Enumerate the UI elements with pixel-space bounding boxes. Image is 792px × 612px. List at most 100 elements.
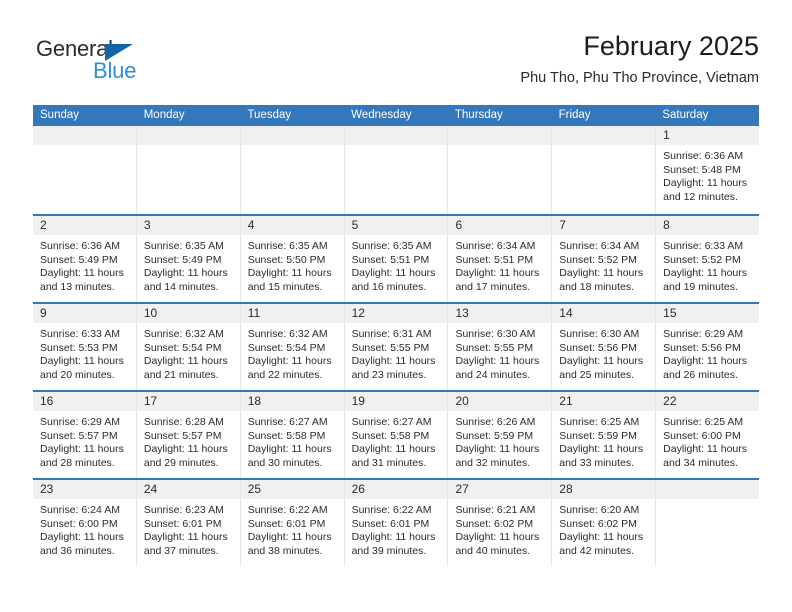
day-cell-27[interactable]: 27 Sunrise: 6:21 AM Sunset: 6:02 PM Dayl…: [447, 480, 552, 566]
daylight-text-line1: Daylight: 11 hours: [455, 443, 540, 456]
daylight-text-line2: and 21 minutes.: [143, 368, 219, 381]
daylight-text-line1: Daylight: 11 hours: [455, 267, 540, 280]
day-cell-1[interactable]: 1 Sunrise: 6:36 AM Sunset: 5:48 PM Dayli…: [655, 126, 760, 214]
day-details: [241, 145, 344, 150]
sunset-text: Sunset: 5:51 PM: [455, 253, 534, 266]
day-number-band: 26: [344, 480, 448, 499]
day-cell-14[interactable]: 14 Sunrise: 6:30 AM Sunset: 5:56 PM Dayl…: [551, 304, 656, 390]
day-number-band: 4: [240, 216, 344, 235]
daylight-text-line2: and 28 minutes.: [40, 456, 115, 469]
day-details: Sunrise: 6:35 AM Sunset: 5:51 PM Dayligh…: [345, 235, 448, 294]
day-cell-28[interactable]: 28 Sunrise: 6:20 AM Sunset: 6:02 PM Dayl…: [551, 480, 656, 566]
day-number: 10: [143, 306, 158, 320]
sunrise-text: Sunrise: 6:33 AM: [40, 328, 120, 340]
daylight-text-line2: and 33 minutes.: [559, 456, 635, 469]
day-cell-5[interactable]: 5 Sunrise: 6:35 AM Sunset: 5:51 PM Dayli…: [343, 216, 448, 302]
sunrise-text: Sunrise: 6:23 AM: [143, 504, 224, 516]
day-number-band: 15: [656, 304, 760, 323]
day-cell-23[interactable]: 23 Sunrise: 6:24 AM Sunset: 6:00 PM Dayl…: [33, 480, 136, 566]
day-cell-24[interactable]: 24 Sunrise: 6:23 AM Sunset: 6:01 PM Dayl…: [135, 480, 240, 566]
day-cell-15[interactable]: 15 Sunrise: 6:29 AM Sunset: 5:56 PM Dayl…: [655, 304, 760, 390]
day-number-band: 17: [136, 392, 240, 411]
sunset-text: Sunset: 5:48 PM: [663, 163, 741, 176]
daylight-text-line2: and 14 minutes.: [143, 280, 219, 293]
day-cell-13[interactable]: 13 Sunrise: 6:30 AM Sunset: 5:55 PM Dayl…: [447, 304, 552, 390]
day-cell-7[interactable]: 7 Sunrise: 6:34 AM Sunset: 5:52 PM Dayli…: [551, 216, 656, 302]
day-details: [448, 145, 551, 150]
day-cell-empty: [33, 126, 136, 214]
day-number-band: 19: [344, 392, 448, 411]
day-number: 4: [247, 218, 255, 232]
day-cell-3[interactable]: 3 Sunrise: 6:35 AM Sunset: 5:49 PM Dayli…: [135, 216, 240, 302]
day-number: 22: [663, 394, 677, 408]
day-cell-2[interactable]: 2 Sunrise: 6:36 AM Sunset: 5:49 PM Dayli…: [33, 216, 136, 302]
day-cell-empty: [655, 480, 760, 566]
daylight-text-line1: Daylight: 11 hours: [663, 355, 748, 368]
sunrise-text: Sunrise: 6:34 AM: [455, 240, 536, 252]
daylight-text-line1: Daylight: 11 hours: [40, 355, 124, 368]
day-cell-11[interactable]: 11 Sunrise: 6:32 AM Sunset: 5:54 PM Dayl…: [239, 304, 344, 390]
day-number-band: 3: [136, 216, 240, 235]
day-cell-26[interactable]: 26 Sunrise: 6:22 AM Sunset: 6:01 PM Dayl…: [343, 480, 448, 566]
sunrise-text: Sunrise: 6:22 AM: [351, 504, 432, 516]
sunrise-text: Sunrise: 6:25 AM: [559, 416, 640, 428]
daylight-text-line1: Daylight: 11 hours: [40, 531, 124, 544]
daylight-text-line1: Daylight: 11 hours: [559, 443, 644, 456]
daylight-text-line1: Daylight: 11 hours: [351, 267, 436, 280]
day-cell-6[interactable]: 6 Sunrise: 6:34 AM Sunset: 5:51 PM Dayli…: [447, 216, 552, 302]
day-cell-21[interactable]: 21 Sunrise: 6:25 AM Sunset: 5:59 PM Dayl…: [551, 392, 656, 478]
day-cell-19[interactable]: 19 Sunrise: 6:27 AM Sunset: 5:58 PM Dayl…: [343, 392, 448, 478]
sunset-text: Sunset: 5:54 PM: [143, 341, 222, 354]
day-cell-4[interactable]: 4 Sunrise: 6:35 AM Sunset: 5:50 PM Dayli…: [239, 216, 344, 302]
calendar-grid: Sunday Monday Tuesday Wednesday Thursday…: [33, 105, 760, 566]
daylight-text-line2: and 40 minutes.: [455, 544, 531, 557]
day-cell-9[interactable]: 9 Sunrise: 6:33 AM Sunset: 5:53 PM Dayli…: [33, 304, 136, 390]
day-number-band: 16: [33, 392, 136, 411]
day-cell-16[interactable]: 16 Sunrise: 6:29 AM Sunset: 5:57 PM Dayl…: [33, 392, 136, 478]
daylight-text-line1: Daylight: 11 hours: [247, 531, 332, 544]
daylight-text-line2: and 18 minutes.: [559, 280, 635, 293]
day-details: [552, 145, 655, 150]
day-cell-20[interactable]: 20 Sunrise: 6:26 AM Sunset: 5:59 PM Dayl…: [447, 392, 552, 478]
day-details: Sunrise: 6:34 AM Sunset: 5:52 PM Dayligh…: [552, 235, 655, 294]
sunrise-text: Sunrise: 6:34 AM: [559, 240, 640, 252]
daylight-text-line1: Daylight: 11 hours: [351, 531, 436, 544]
day-number: 3: [143, 218, 151, 232]
day-number: 26: [351, 482, 365, 496]
day-cell-18[interactable]: 18 Sunrise: 6:27 AM Sunset: 5:58 PM Dayl…: [239, 392, 344, 478]
day-cell-17[interactable]: 17 Sunrise: 6:28 AM Sunset: 5:57 PM Dayl…: [135, 392, 240, 478]
day-cell-8[interactable]: 8 Sunrise: 6:33 AM Sunset: 5:52 PM Dayli…: [655, 216, 760, 302]
day-number: 25: [247, 482, 262, 496]
day-number-band: 22: [656, 392, 760, 411]
weekday-header-monday: Monday: [143, 109, 185, 121]
day-details: Sunrise: 6:36 AM Sunset: 5:48 PM Dayligh…: [656, 145, 759, 204]
sunrise-text: Sunrise: 6:35 AM: [351, 240, 432, 252]
day-cell-10[interactable]: 10 Sunrise: 6:32 AM Sunset: 5:54 PM Dayl…: [135, 304, 240, 390]
day-details: Sunrise: 6:34 AM Sunset: 5:51 PM Dayligh…: [448, 235, 551, 294]
day-number-band: 9: [33, 304, 136, 323]
sunset-text: Sunset: 5:57 PM: [40, 429, 118, 442]
sunset-text: Sunset: 6:01 PM: [351, 517, 430, 530]
day-number: 5: [351, 218, 359, 232]
sunrise-text: Sunrise: 6:31 AM: [351, 328, 432, 340]
day-cell-12[interactable]: 12 Sunrise: 6:31 AM Sunset: 5:55 PM Dayl…: [343, 304, 448, 390]
day-details: Sunrise: 6:32 AM Sunset: 5:54 PM Dayligh…: [241, 323, 344, 382]
day-details: [33, 145, 136, 150]
day-cell-empty: [343, 126, 448, 214]
day-details: Sunrise: 6:29 AM Sunset: 5:56 PM Dayligh…: [656, 323, 759, 382]
day-cell-25[interactable]: 25 Sunrise: 6:22 AM Sunset: 6:01 PM Dayl…: [239, 480, 344, 566]
day-cell-22[interactable]: 22 Sunrise: 6:25 AM Sunset: 6:00 PM Dayl…: [655, 392, 760, 478]
general-blue-logo[interactable]: General Blue: [36, 36, 236, 92]
day-number: 23: [40, 482, 54, 496]
daylight-text-line2: and 16 minutes.: [351, 280, 427, 293]
day-details: Sunrise: 6:22 AM Sunset: 6:01 PM Dayligh…: [345, 499, 448, 558]
daylight-text-line2: and 23 minutes.: [351, 368, 427, 381]
daylight-text-line1: Daylight: 11 hours: [559, 531, 644, 544]
day-number: 21: [559, 394, 573, 408]
day-details: [137, 145, 240, 150]
day-number: 6: [455, 218, 463, 232]
daylight-text-line2: and 15 minutes.: [247, 280, 323, 293]
day-details: Sunrise: 6:23 AM Sunset: 6:01 PM Dayligh…: [137, 499, 240, 558]
sunrise-text: Sunrise: 6:27 AM: [351, 416, 432, 428]
weekday-header-thursday: Thursday: [454, 109, 503, 121]
